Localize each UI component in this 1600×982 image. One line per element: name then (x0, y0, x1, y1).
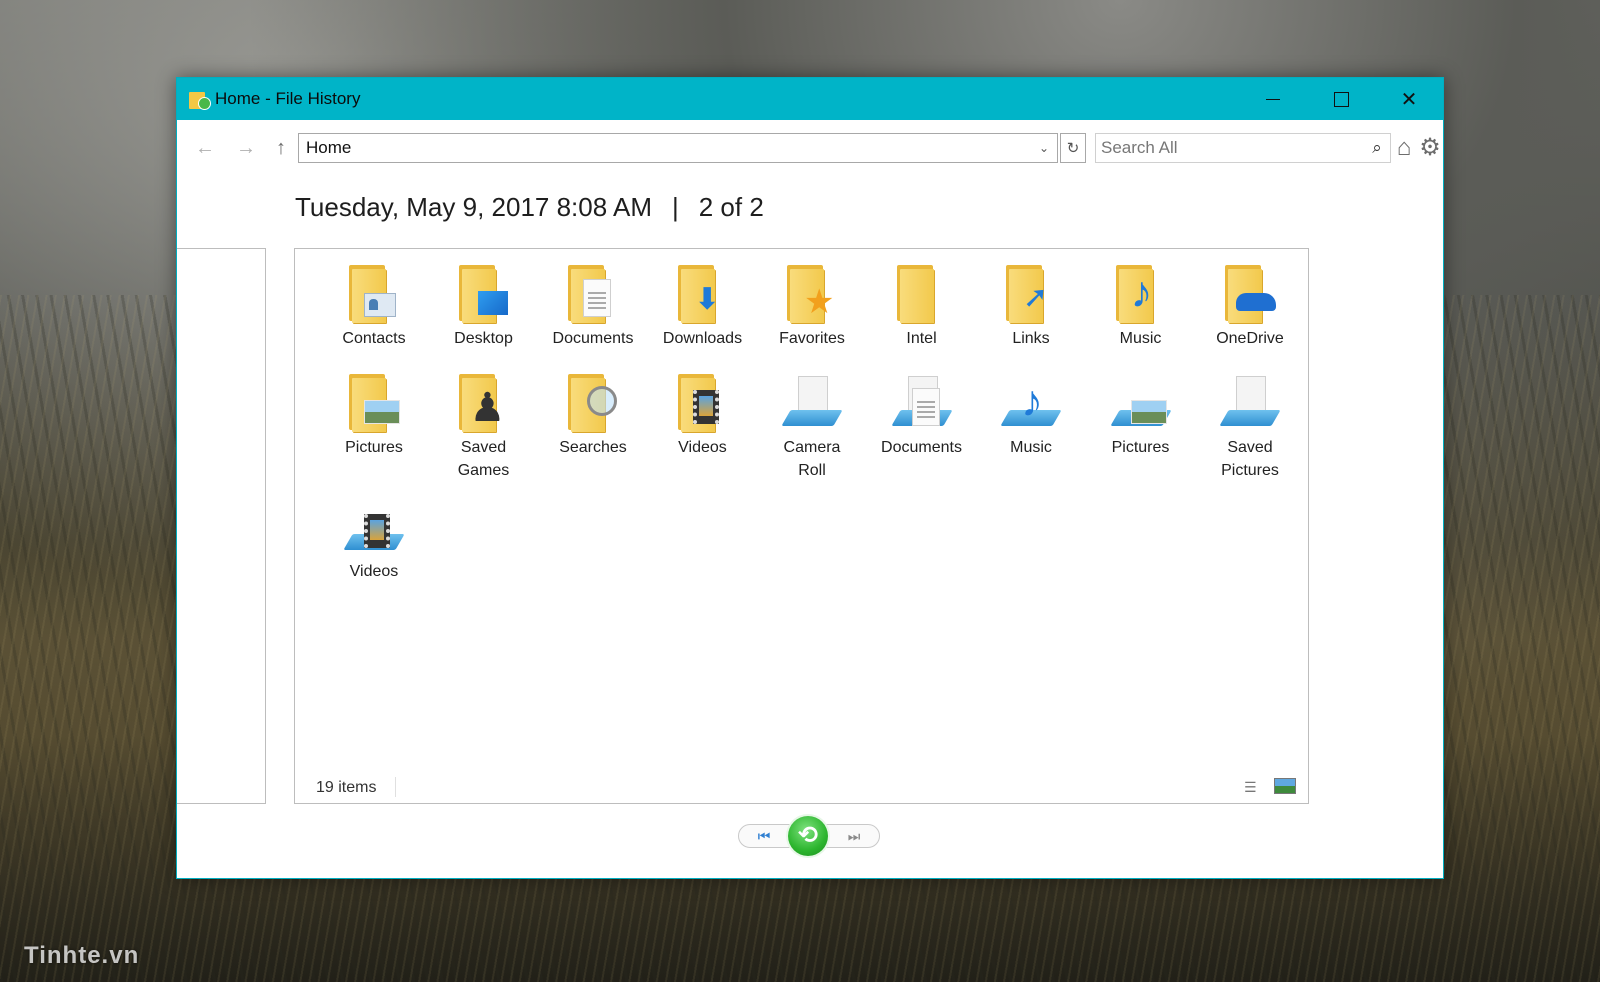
file-item-label: Videos (678, 439, 727, 456)
file-item[interactable]: Documents (538, 263, 648, 350)
folder-icon (1218, 263, 1282, 325)
file-item[interactable]: Documents (867, 372, 977, 459)
close-icon: ✕ (1400, 88, 1418, 111)
file-item-label: Camera Roll (783, 439, 841, 479)
library-icon (890, 372, 954, 434)
maximize-icon (1333, 91, 1349, 107)
search-input[interactable]: Search All ⌕ (1095, 133, 1391, 163)
back-arrow-icon[interactable]: ← (191, 132, 219, 164)
status-divider (395, 777, 396, 797)
file-item[interactable]: OneDrive (1195, 263, 1305, 350)
folder-icon: ➚ (999, 263, 1063, 325)
next-version-icon[interactable]: ⏭ (836, 824, 872, 848)
file-item[interactable]: Contacts (319, 263, 429, 350)
file-item[interactable]: Pictures (319, 372, 429, 459)
file-item-label: Videos (349, 563, 399, 580)
folder-icon: ♪ (1109, 263, 1173, 325)
minimize-button[interactable] (1239, 78, 1307, 120)
folder-icon: ⬇ (671, 263, 735, 325)
watermark: Tinhte.vn (24, 942, 140, 969)
folder-icon: ★ (780, 263, 844, 325)
home-icon[interactable]: ⌂ (1391, 134, 1417, 162)
item-count: 19 items (316, 779, 377, 796)
folder-icon (561, 372, 625, 434)
file-list-pane: Contacts Desktop Documents ⬇ Downloads ★ Favor… (294, 248, 1309, 804)
up-arrow-icon[interactable]: ↑ (267, 132, 295, 164)
file-item-label: Contacts (342, 330, 406, 347)
file-item[interactable]: ➚ Links (976, 263, 1086, 350)
file-item-label: Pictures (1111, 439, 1170, 456)
backup-date-header: Tuesday, May 9, 2017 8:08 AM | 2 of 2 (295, 192, 764, 223)
window-title: Home - File History (215, 89, 361, 108)
address-text: Home (306, 138, 352, 157)
file-history-app-icon (189, 88, 211, 110)
file-item-label: Downloads (662, 330, 743, 347)
title-bar[interactable]: Home - File History ✕ (177, 78, 1443, 120)
file-item[interactable]: Camera Roll (757, 372, 867, 482)
library-icon (1109, 372, 1173, 434)
file-history-window: Home - File History ✕ ← → ↑ Home ⌄ ↻ Sea… (176, 77, 1444, 879)
file-item-label: OneDrive (1216, 330, 1284, 347)
file-item[interactable]: Intel (867, 263, 977, 350)
file-item-label: Favorites (779, 330, 845, 347)
file-item[interactable]: Desktop (429, 263, 539, 350)
file-item[interactable]: Pictures (1086, 372, 1196, 459)
library-icon (780, 372, 844, 434)
file-item-label: Pictures (345, 439, 403, 456)
folder-icon (342, 372, 406, 434)
folder-icon (890, 263, 954, 325)
file-item[interactable]: ⬇ Downloads (648, 263, 758, 350)
folder-icon (342, 263, 406, 325)
minimize-icon (1266, 98, 1280, 100)
file-item-label: Saved Games (457, 439, 510, 479)
playback-controls: ⏮ ⟲ ⏭ (738, 816, 880, 856)
library-icon (1218, 372, 1282, 434)
header-separator: | (671, 192, 679, 222)
folder-icon (671, 372, 735, 434)
restore-icon[interactable]: ⟲ (788, 816, 828, 856)
file-item-label: Saved Pictures (1221, 439, 1279, 479)
library-icon: ♪ (999, 372, 1063, 434)
folder-icon: ♟ (452, 372, 516, 434)
details-view-icon[interactable]: ☰ (1244, 779, 1264, 795)
file-item-label: Documents (881, 439, 962, 456)
file-item[interactable]: ♟ Saved Games (429, 372, 539, 482)
gear-icon[interactable]: ⚙ (1417, 133, 1443, 163)
chevron-down-icon[interactable]: ⌄ (1031, 141, 1057, 155)
previous-version-icon[interactable]: ⏮ (746, 824, 782, 848)
folder-icon (561, 263, 625, 325)
file-item[interactable]: Videos (319, 496, 429, 583)
search-placeholder: Search All (1101, 138, 1178, 157)
file-item[interactable]: ♪ Music (1086, 263, 1196, 350)
forward-arrow-icon[interactable]: → (232, 132, 260, 164)
file-item-label: Music (1010, 439, 1052, 456)
backup-position: 2 of 2 (698, 192, 764, 222)
maximize-button[interactable] (1307, 78, 1375, 120)
previous-version-pane[interactable] (177, 248, 266, 804)
file-item-label: Links (1012, 330, 1050, 347)
search-icon[interactable]: ⌕ (1364, 138, 1390, 158)
file-item[interactable]: Saved Pictures (1195, 372, 1305, 482)
navigation-toolbar: ← → ↑ Home ⌄ ↻ Search All ⌕ ⌂ ⚙ (177, 132, 1443, 164)
file-item-label: Documents (552, 330, 634, 347)
file-item-label: Music (1119, 330, 1162, 347)
file-item-label: Intel (906, 330, 937, 347)
file-item-label: Desktop (454, 330, 513, 347)
library-icon (342, 496, 406, 558)
file-item[interactable]: Searches (538, 372, 648, 459)
close-button[interactable]: ✕ (1375, 78, 1443, 120)
refresh-icon[interactable]: ↻ (1060, 133, 1086, 163)
address-bar[interactable]: Home ⌄ (298, 133, 1058, 163)
file-item[interactable]: ★ Favorites (757, 263, 867, 350)
file-item[interactable]: ♪ Music (976, 372, 1086, 459)
file-item-label: Searches (559, 439, 627, 456)
folder-icon (452, 263, 516, 325)
large-icons-view-icon[interactable] (1274, 778, 1296, 794)
backup-date: Tuesday, May 9, 2017 8:08 AM (295, 192, 652, 222)
file-item[interactable]: Videos (648, 372, 758, 459)
